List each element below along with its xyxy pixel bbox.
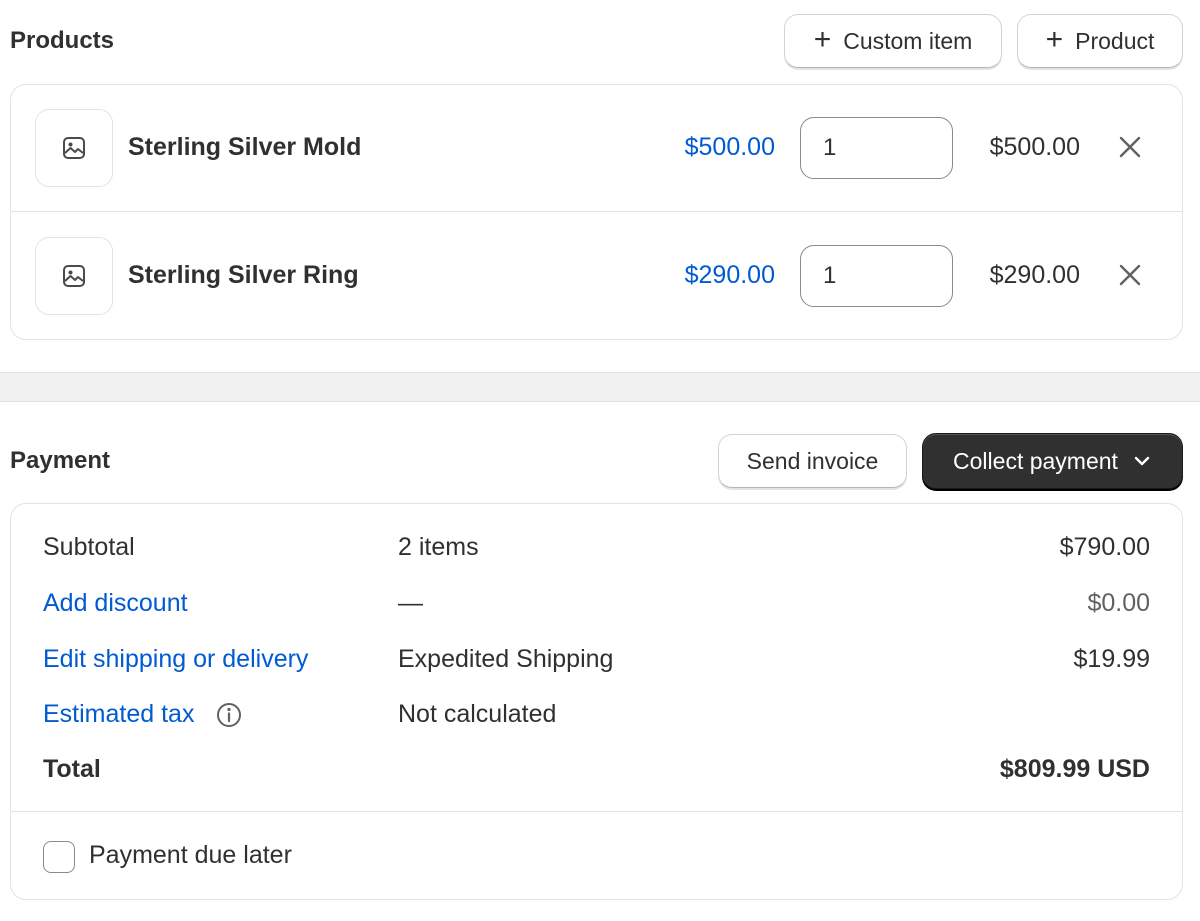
- payment-summary-card: Subtotal 2 items $790.00 Add discount — …: [10, 503, 1183, 900]
- product-row: Sterling Silver Ring $290.00 $290.00: [11, 213, 1182, 340]
- product-thumbnail: [35, 109, 113, 187]
- collect-payment-label: Collect payment: [953, 447, 1118, 474]
- payment-section: Payment Send invoice Collect payment Sub…: [0, 402, 1200, 921]
- send-invoice-label: Send invoice: [746, 447, 879, 474]
- unit-price-link[interactable]: $290.00: [685, 261, 775, 290]
- image-placeholder-icon: [63, 137, 85, 159]
- line-total: $290.00: [989, 261, 1080, 289]
- tax-status: Not calculated: [398, 700, 557, 728]
- unit-price-link[interactable]: $500.00: [685, 133, 775, 162]
- quantity-input[interactable]: [800, 245, 953, 307]
- product-label: Product: [1075, 27, 1155, 54]
- product-row: Sterling Silver Mold $500.00 $500.00: [11, 85, 1182, 212]
- add-product-button[interactable]: + Product: [1017, 14, 1183, 68]
- payment-due-later-label[interactable]: Payment due later: [89, 841, 292, 870]
- plus-icon: +: [1045, 23, 1064, 56]
- discount-detail: —: [398, 589, 423, 617]
- edit-shipping-link[interactable]: Edit shipping or delivery: [43, 645, 308, 674]
- divider: [11, 811, 1182, 812]
- subtotal-label: Subtotal: [43, 533, 135, 561]
- shipping-method: Expedited Shipping: [398, 645, 614, 673]
- discount-amount: $0.00: [1087, 589, 1150, 617]
- add-custom-item-button[interactable]: + Custom item: [784, 14, 1002, 68]
- info-icon[interactable]: [215, 701, 243, 729]
- shipping-amount: $19.99: [1073, 645, 1150, 673]
- line-total: $500.00: [989, 133, 1080, 161]
- section-divider: [0, 372, 1200, 402]
- payment-due-later-checkbox[interactable]: [43, 841, 75, 873]
- remove-item-button[interactable]: [1115, 260, 1145, 290]
- products-section: Products + Custom item + Product Sterlin…: [0, 0, 1200, 372]
- products-list: Sterling Silver Mold $500.00 $500.00 Ste…: [10, 84, 1183, 340]
- subtotal-item-count: 2 items: [398, 533, 479, 561]
- product-name[interactable]: Sterling Silver Mold: [128, 133, 361, 162]
- products-title: Products: [10, 27, 115, 54]
- quantity-input[interactable]: [800, 117, 953, 179]
- total-label: Total: [43, 755, 101, 783]
- payment-title: Payment: [10, 447, 111, 474]
- close-icon: [1119, 136, 1141, 158]
- subtotal-amount: $790.00: [1059, 533, 1150, 561]
- add-discount-link[interactable]: Add discount: [43, 589, 188, 618]
- remove-item-button[interactable]: [1115, 132, 1145, 162]
- send-invoice-button[interactable]: Send invoice: [718, 434, 907, 488]
- product-thumbnail: [35, 237, 113, 315]
- collect-payment-button[interactable]: Collect payment: [922, 433, 1183, 489]
- plus-icon: +: [813, 23, 832, 56]
- total-amount: $809.99 USD: [999, 755, 1150, 783]
- estimated-tax-link[interactable]: Estimated tax: [43, 700, 194, 729]
- close-icon: [1119, 264, 1141, 286]
- custom-item-label: Custom item: [843, 27, 973, 54]
- chevron-down-icon: [1134, 456, 1150, 466]
- image-placeholder-icon: [63, 265, 85, 287]
- product-name[interactable]: Sterling Silver Ring: [128, 261, 359, 290]
